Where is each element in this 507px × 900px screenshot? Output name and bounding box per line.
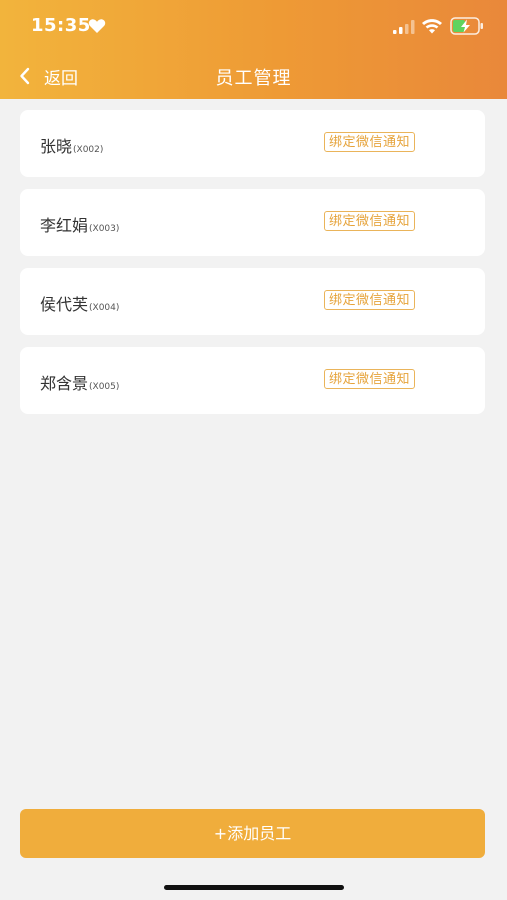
status-time: 15:35 <box>31 15 91 36</box>
employee-name-line: 张晓(X002) <box>40 133 103 157</box>
bind-wechat-button[interactable]: 绑定微信通知 <box>324 369 416 389</box>
employee-name-line: 郑含景(X005) <box>40 370 119 394</box>
page-title: 员工管理 <box>215 68 292 89</box>
bind-wechat-button[interactable]: 绑定微信通知 <box>324 132 416 152</box>
add-employee-button[interactable]: +添加员工 <box>20 809 485 858</box>
employee-code: (X004) <box>89 303 120 313</box>
battery-charging-icon <box>450 17 483 35</box>
employee-code: (X002) <box>73 145 104 155</box>
heart-icon <box>88 19 106 33</box>
navigation-bar: 返回 员工管理 <box>0 56 507 96</box>
employee-name: 李红娟 <box>40 216 89 235</box>
wifi-icon <box>422 19 442 34</box>
cellular-signal-icon <box>393 20 415 34</box>
employee-code: (X005) <box>89 382 120 392</box>
employee-card[interactable]: 李红娟(X003) 绑定微信通知 <box>20 189 485 256</box>
employee-name: 张晓 <box>40 137 73 156</box>
employee-list: 张晓(X002) 绑定微信通知 李红娟(X003) 绑定微信通知 侯代芙(X00… <box>20 110 485 426</box>
app-header: 15:35 返回 员工管理 <box>0 0 507 99</box>
home-indicator <box>164 885 344 890</box>
employee-code: (X003) <box>89 224 120 234</box>
bind-wechat-button[interactable]: 绑定微信通知 <box>324 290 416 310</box>
employee-name-line: 李红娟(X003) <box>40 212 119 236</box>
employee-name-line: 侯代芙(X004) <box>40 291 119 315</box>
employee-name: 郑含景 <box>40 374 89 393</box>
employee-card[interactable]: 侯代芙(X004) 绑定微信通知 <box>20 268 485 335</box>
bind-wechat-button[interactable]: 绑定微信通知 <box>324 211 416 231</box>
status-bar: 15:35 <box>0 0 507 56</box>
employee-name: 侯代芙 <box>40 295 89 314</box>
employee-card[interactable]: 张晓(X002) 绑定微信通知 <box>20 110 485 177</box>
employee-card[interactable]: 郑含景(X005) 绑定微信通知 <box>20 347 485 414</box>
